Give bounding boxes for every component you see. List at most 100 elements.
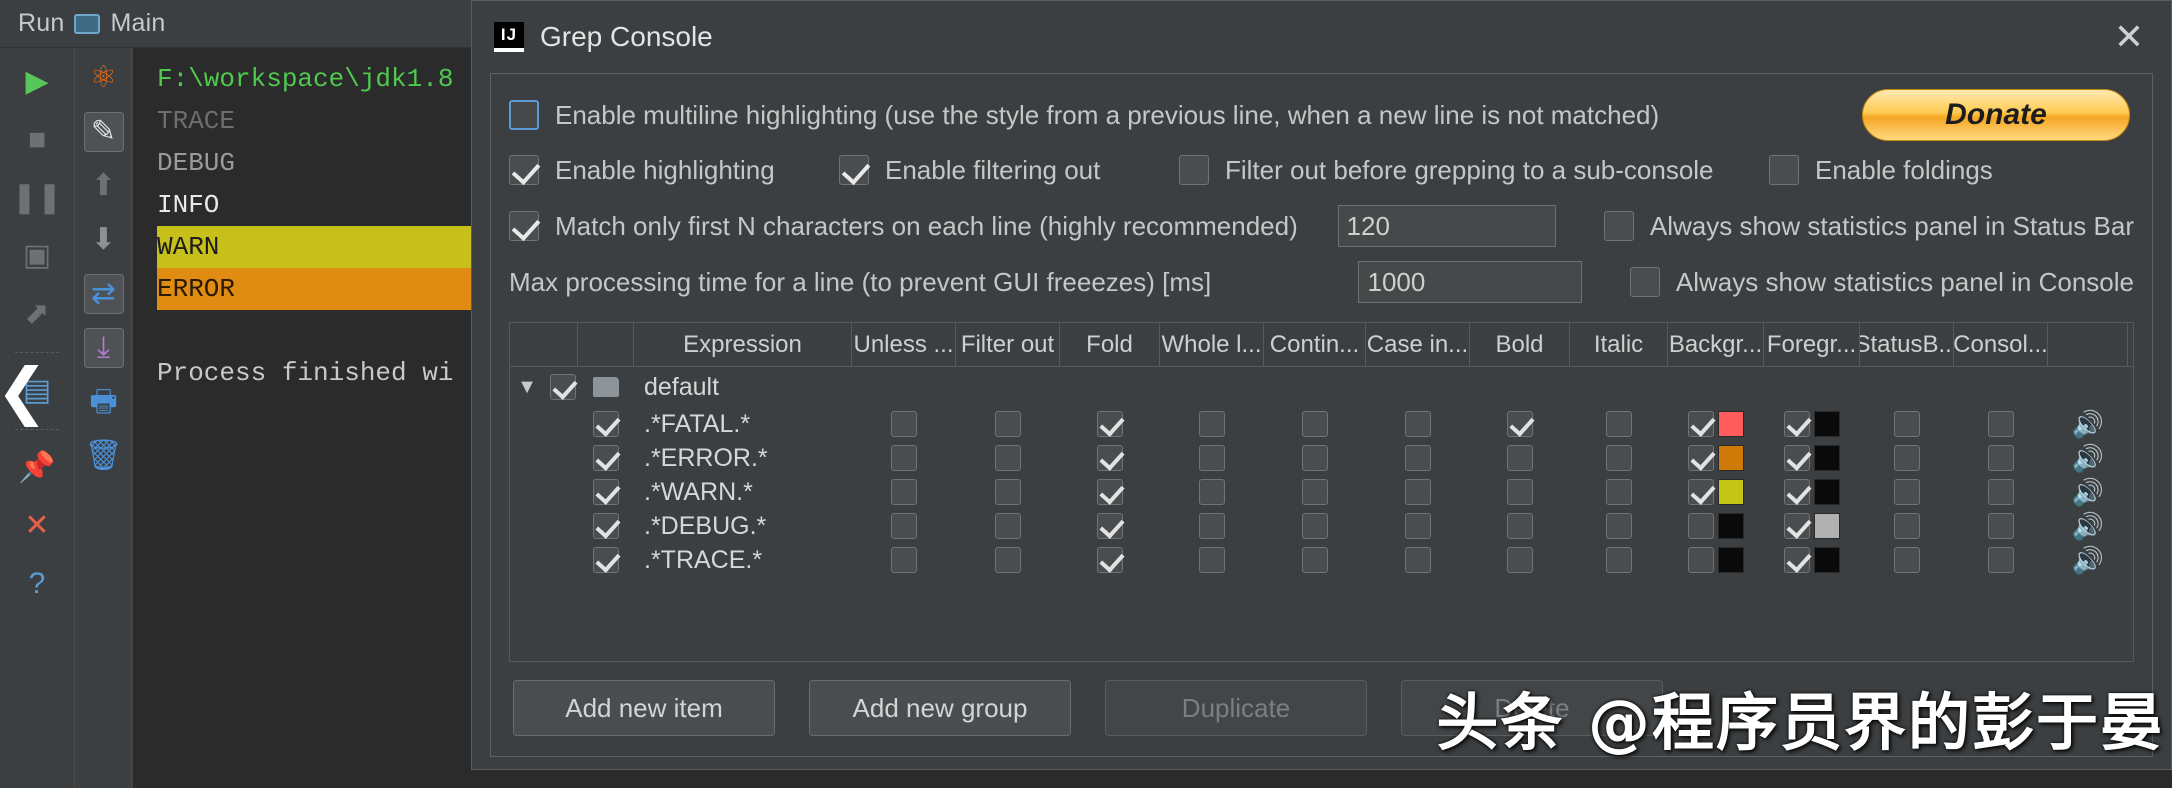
foreground-enabled-checkbox[interactable] [1784, 411, 1810, 437]
scroll-up-icon[interactable]: ⬆ [84, 166, 124, 206]
bold-checkbox[interactable] [1507, 445, 1533, 471]
soft-wrap-icon[interactable]: ⇄ [83, 274, 124, 314]
continue-checkbox[interactable] [1302, 479, 1328, 505]
table-column-header[interactable] [2048, 323, 2128, 366]
table-column-header[interactable]: Italic [1570, 323, 1668, 366]
whole-line-checkbox[interactable] [1199, 445, 1225, 471]
console-checkbox[interactable] [1988, 445, 2014, 471]
table-column-header[interactable] [578, 323, 634, 366]
console-checkbox[interactable] [1988, 411, 2014, 437]
whole-line-checkbox[interactable] [1199, 479, 1225, 505]
console-checkbox[interactable] [1988, 513, 2014, 539]
enable-filtering-out-checkbox[interactable] [839, 155, 869, 185]
row-expression-cell[interactable]: .*TRACE.* [634, 543, 852, 577]
italic-checkbox[interactable] [1606, 547, 1632, 573]
pause-icon[interactable]: ❚❚ [12, 178, 62, 218]
enable-foldings-checkbox[interactable] [1769, 155, 1799, 185]
table-column-header[interactable]: Contin... [1264, 323, 1366, 366]
speaker-icon[interactable]: 🔊 [2072, 409, 2104, 440]
grep-console-icon[interactable]: ⚛ [84, 58, 124, 98]
foreground-color-swatch[interactable] [1814, 445, 1840, 471]
highlight-pen-icon[interactable]: ✎ [83, 112, 124, 152]
whole-line-checkbox[interactable] [1199, 411, 1225, 437]
table-row[interactable]: .*ERROR.* 🔊 [510, 441, 2133, 475]
unless-checkbox[interactable] [891, 445, 917, 471]
stop-icon[interactable]: ■ [17, 120, 57, 160]
pin-icon[interactable]: 📌 [17, 448, 57, 488]
foreground-color-swatch[interactable] [1814, 411, 1840, 437]
always-show-statistics-status-bar-checkbox[interactable] [1603, 211, 1634, 241]
filter-out-checkbox[interactable] [995, 513, 1021, 539]
always-show-statistics-console-checkbox[interactable] [1629, 267, 1660, 297]
whole-line-checkbox[interactable] [1199, 513, 1225, 539]
filter-out-checkbox[interactable] [995, 547, 1021, 573]
console-checkbox[interactable] [1988, 547, 2014, 573]
row-enabled-checkbox[interactable] [593, 547, 619, 573]
status-bar-checkbox[interactable] [1894, 547, 1920, 573]
table-row[interactable]: .*TRACE.* 🔊 [510, 543, 2133, 577]
fold-checkbox[interactable] [1097, 547, 1123, 573]
add-new-group-button[interactable]: Add new group [809, 680, 1071, 736]
italic-checkbox[interactable] [1606, 411, 1632, 437]
enable-multiline-highlighting-checkbox[interactable] [509, 100, 539, 130]
unless-checkbox[interactable] [891, 513, 917, 539]
foreground-enabled-checkbox[interactable] [1784, 445, 1810, 471]
console-checkbox[interactable] [1988, 479, 2014, 505]
table-column-header[interactable]: Fold [1060, 323, 1160, 366]
case-insensitive-checkbox[interactable] [1405, 411, 1431, 437]
foreground-enabled-checkbox[interactable] [1784, 513, 1810, 539]
row-enabled-checkbox[interactable] [593, 411, 619, 437]
italic-checkbox[interactable] [1606, 513, 1632, 539]
row-expression-cell[interactable]: .*DEBUG.* [634, 509, 852, 543]
row-expression-cell[interactable]: .*WARN.* [634, 475, 852, 509]
row-expression[interactable]: .*DEBUG.* [644, 512, 766, 541]
scroll-down-icon[interactable]: ⬇ [84, 220, 124, 260]
row-expression[interactable]: .*TRACE.* [644, 546, 762, 575]
match-first-n-checkbox[interactable] [509, 211, 539, 241]
foreground-color-swatch[interactable] [1814, 479, 1840, 505]
table-column-header[interactable] [510, 323, 578, 366]
table-column-header[interactable]: Bold [1470, 323, 1570, 366]
bold-checkbox[interactable] [1507, 513, 1533, 539]
close-icon[interactable]: ✕ [2107, 15, 2151, 59]
background-enabled-checkbox[interactable] [1688, 513, 1714, 539]
background-color-swatch[interactable] [1718, 513, 1744, 539]
continue-checkbox[interactable] [1302, 547, 1328, 573]
foreground-color-swatch[interactable] [1814, 547, 1840, 573]
bold-checkbox[interactable] [1507, 547, 1533, 573]
table-column-header[interactable]: Foregr... [1764, 323, 1860, 366]
table-column-header[interactable]: Consol... [1954, 323, 2048, 366]
filter-out-before-grepping-checkbox[interactable] [1179, 155, 1209, 185]
continue-checkbox[interactable] [1302, 513, 1328, 539]
bold-checkbox[interactable] [1507, 411, 1533, 437]
donate-button[interactable]: Donate [1862, 89, 2130, 141]
run-icon[interactable]: ▶ [17, 62, 57, 102]
import-thread-dump-icon[interactable]: ⬈ [17, 294, 57, 334]
group-enabled-checkbox[interactable] [550, 374, 576, 400]
whole-line-checkbox[interactable] [1199, 547, 1225, 573]
fold-checkbox[interactable] [1097, 411, 1123, 437]
background-enabled-checkbox[interactable] [1688, 411, 1714, 437]
background-enabled-checkbox[interactable] [1688, 445, 1714, 471]
background-color-swatch[interactable] [1718, 445, 1744, 471]
bold-checkbox[interactable] [1507, 479, 1533, 505]
row-expression[interactable]: .*FATAL.* [644, 410, 750, 439]
filter-out-checkbox[interactable] [995, 479, 1021, 505]
table-column-header[interactable]: Unless ... [852, 323, 956, 366]
background-color-swatch[interactable] [1718, 411, 1744, 437]
table-column-header[interactable]: Backgr... [1668, 323, 1764, 366]
collapse-arrow-icon[interactable]: ❮ [0, 360, 48, 422]
background-color-swatch[interactable] [1718, 479, 1744, 505]
table-column-header[interactable]: StatusB... [1860, 323, 1954, 366]
help-icon[interactable]: ? [17, 564, 57, 604]
row-enabled-checkbox[interactable] [593, 479, 619, 505]
continue-checkbox[interactable] [1302, 411, 1328, 437]
grep-expressions-table[interactable]: Expression Unless ... Filter out Fold Whole … [509, 322, 2134, 662]
unless-checkbox[interactable] [891, 547, 917, 573]
max-processing-time-input[interactable]: 1000 [1358, 261, 1582, 303]
speaker-icon[interactable]: 🔊 [2072, 511, 2104, 542]
expand-caret-icon[interactable]: ▼ [514, 376, 540, 399]
row-enabled-checkbox[interactable] [593, 513, 619, 539]
fold-checkbox[interactable] [1097, 445, 1123, 471]
run-tab-main[interactable]: Main [110, 9, 165, 38]
